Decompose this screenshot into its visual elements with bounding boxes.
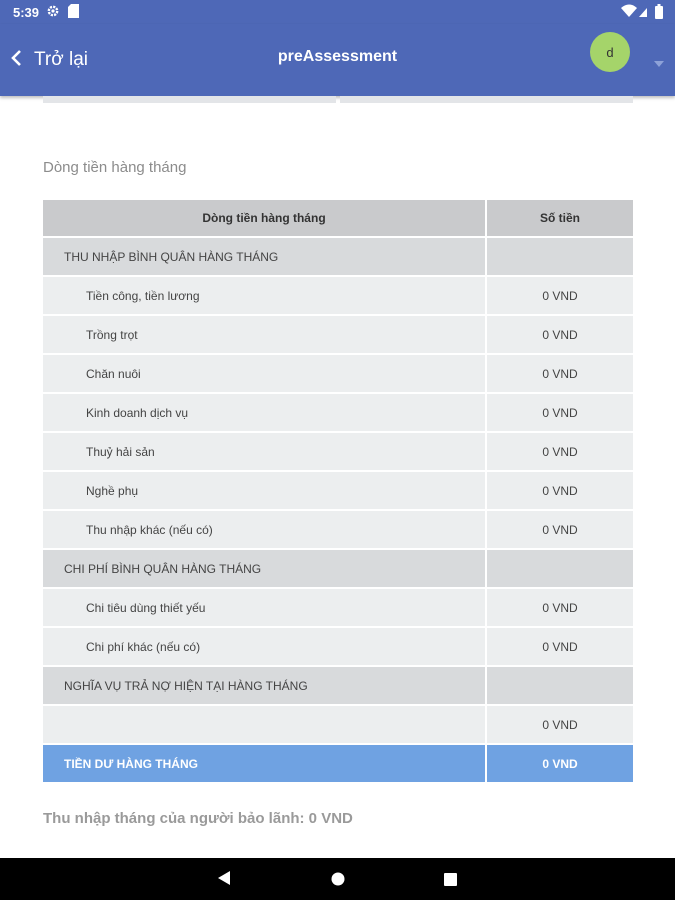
avatar[interactable]: d	[590, 32, 630, 72]
column-header-description: Dòng tiền hàng tháng	[43, 200, 487, 238]
total-row: TIỀN DƯ HÀNG THÁNG 0 VND	[43, 744, 633, 784]
row-amount	[486, 237, 633, 277]
group-row: NGHĨA VỤ TRẢ NỢ HIỆN TẠI HÀNG THÁNG	[43, 666, 633, 706]
row-amount: 0 VND	[486, 744, 633, 784]
sd-card-icon	[68, 4, 79, 21]
row-amount: 0 VND	[486, 354, 633, 394]
column-header-amount: Số tiền	[486, 200, 633, 238]
wifi-icon	[621, 4, 637, 21]
dropdown-arrow-icon[interactable]	[654, 54, 664, 72]
row-label: CHI PHÍ BÌNH QUÂN HÀNG THÁNG	[43, 549, 487, 589]
table-row: Thuỷ hải sản 0 VND	[43, 432, 633, 472]
row-label: Chi tiêu dùng thiết yếu	[43, 588, 487, 628]
row-label: Chi phí khác (nếu có)	[43, 627, 487, 667]
row-amount: 0 VND	[486, 705, 633, 745]
row-amount: 0 VND	[486, 588, 633, 628]
table-row: Thu nhập khác (nếu có) 0 VND	[43, 510, 633, 550]
row-label: Thu nhập khác (nếu có)	[43, 510, 487, 550]
previous-row-stub-left	[43, 96, 336, 103]
recents-square-icon[interactable]	[444, 873, 457, 891]
row-label: THU NHẬP BÌNH QUÂN HÀNG THÁNG	[43, 237, 487, 277]
system-nav-bar	[0, 858, 675, 900]
row-amount	[486, 549, 633, 589]
table-row: Chi tiêu dùng thiết yếu 0 VND	[43, 588, 633, 628]
cashflow-table: Dòng tiền hàng tháng Số tiền THU NHẬP BÌ…	[43, 200, 633, 784]
row-amount: 0 VND	[486, 315, 633, 355]
table-row: Trồng trọt 0 VND	[43, 315, 633, 355]
row-amount: 0 VND	[486, 432, 633, 472]
table-header-row: Dòng tiền hàng tháng Số tiền	[43, 200, 633, 238]
row-label: Trồng trọt	[43, 315, 487, 355]
battery-icon	[655, 4, 663, 22]
row-label: Nghề phụ	[43, 471, 487, 511]
group-row: CHI PHÍ BÌNH QUÂN HÀNG THÁNG	[43, 549, 633, 589]
table-row: Nghề phụ 0 VND	[43, 471, 633, 511]
status-time: 5:39	[13, 5, 40, 20]
row-label: NGHĨA VỤ TRẢ NỢ HIỆN TẠI HÀNG THÁNG	[43, 666, 487, 706]
section-title: Dòng tiền hàng tháng	[43, 159, 187, 176]
row-label: TIỀN DƯ HÀNG THÁNG	[43, 744, 487, 784]
table-body: THU NHẬP BÌNH QUÂN HÀNG THÁNG Tiền công, …	[43, 237, 633, 784]
table-row: Chi phí khác (nếu có) 0 VND	[43, 627, 633, 667]
row-amount: 0 VND	[486, 627, 633, 667]
guarantor-income-note: Thu nhập tháng của người bảo lãnh: 0 VND	[43, 810, 353, 827]
triangle-signal-icon	[639, 4, 647, 21]
row-label	[43, 705, 487, 745]
row-amount: 0 VND	[486, 276, 633, 316]
table-row: Chăn nuôi 0 VND	[43, 354, 633, 394]
page-title: preAssessment	[277, 48, 398, 65]
back-triangle-icon[interactable]	[217, 870, 231, 891]
table-row: 0 VND	[43, 705, 633, 745]
row-amount: 0 VND	[486, 510, 633, 550]
home-circle-icon[interactable]	[331, 872, 345, 891]
row-label: Thuỷ hải sản	[43, 432, 487, 472]
row-amount: 0 VND	[486, 471, 633, 511]
row-label: Tiền công, tiền lương	[43, 276, 487, 316]
previous-row-stub-right	[340, 96, 633, 103]
row-amount: 0 VND	[486, 393, 633, 433]
gear-icon	[46, 4, 60, 21]
group-row: THU NHẬP BÌNH QUÂN HÀNG THÁNG	[43, 237, 633, 277]
status-bar: 5:39	[0, 0, 675, 24]
table-row: Kinh doanh dịch vụ 0 VND	[43, 393, 633, 433]
table-row: Tiền công, tiền lương 0 VND	[43, 276, 633, 316]
row-label: Kinh doanh dịch vụ	[43, 393, 487, 433]
row-amount	[486, 666, 633, 706]
row-label: Chăn nuôi	[43, 354, 487, 394]
app-bar: Trở lại preAssessment d	[0, 24, 675, 96]
